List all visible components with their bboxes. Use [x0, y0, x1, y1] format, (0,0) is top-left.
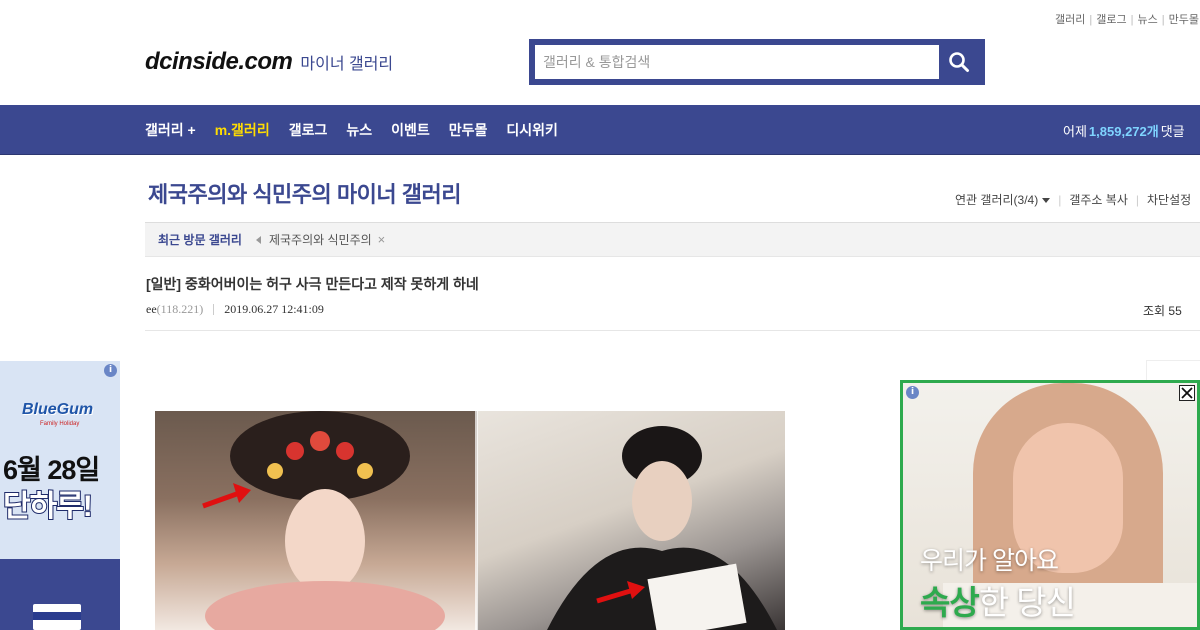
- left-banner-ad[interactable]: i BlueGum Family Holiday 6월 28일 단하루!: [0, 361, 120, 630]
- ad-text-rest: 한 당신: [978, 584, 1076, 621]
- ad-text-line1: 우리가 알아요: [920, 547, 1059, 575]
- gallery-title[interactable]: 제국주의와 식민주의 마이너 갤러리: [148, 177, 461, 209]
- search-box: [529, 39, 985, 85]
- separator: [213, 304, 215, 315]
- separator: |: [1130, 14, 1134, 26]
- close-icon[interactable]: ×: [378, 232, 386, 247]
- block-settings-button[interactable]: 차단설정: [1147, 191, 1191, 208]
- ad-brand-subtitle: Family Holiday: [40, 421, 80, 427]
- main-nav: 갤러리 + m.갤러리 갤로그 뉴스 이벤트 만두몰 디시위키 어제 1,859…: [0, 105, 1200, 155]
- nav-item-mall[interactable]: 만두몰: [449, 120, 488, 140]
- caret-down-icon: [1042, 198, 1051, 204]
- top-link-mall[interactable]: 만두몰: [1169, 14, 1199, 26]
- ad-product-band: [33, 612, 81, 620]
- separator: |: [1058, 192, 1062, 207]
- close-icon: [1181, 387, 1193, 399]
- caret-left-icon[interactable]: [255, 235, 261, 244]
- nav-items: 갤러리 + m.갤러리 갤로그 뉴스 이벤트 만두몰 디시위키: [145, 105, 577, 155]
- post-author[interactable]: ee: [146, 302, 157, 317]
- nav-item-news[interactable]: 뉴스: [346, 120, 372, 140]
- ad-headline: 단하루!: [2, 489, 94, 524]
- info-icon[interactable]: i: [104, 364, 117, 377]
- nav-item-event[interactable]: 이벤트: [391, 120, 430, 140]
- image-divider: [475, 411, 478, 630]
- separator: |: [1089, 14, 1093, 26]
- ad-close-button[interactable]: [1179, 385, 1195, 401]
- logo-subtitle: 마이너 갤러리: [300, 56, 394, 73]
- ad-brand-logo: BlueGum: [22, 401, 94, 418]
- post-title: [일반] 중화어버이는 허구 사극 만든다고 제작 못하게 하네: [146, 276, 479, 292]
- nav-item-gallog[interactable]: 갤로그: [289, 120, 328, 140]
- stats-prefix: 어제: [1063, 123, 1087, 139]
- top-link-gallery[interactable]: 갤러리: [1055, 14, 1085, 26]
- post-author-ip: (118.221): [156, 302, 204, 316]
- nav-item-gallery[interactable]: 갤러리 +: [145, 120, 196, 140]
- logo-text: dcinside.com: [145, 48, 293, 75]
- post-meta: ee (118.221) 2019.06.27 12:41:09: [146, 302, 324, 317]
- gallery-tools: 연관 갤러리(3/4) | 갤주소 복사 | 차단설정: [955, 191, 1191, 208]
- search-button[interactable]: [939, 45, 979, 79]
- post-image-left-panel: [155, 411, 477, 630]
- ad-text-highlight: 속상: [920, 584, 980, 621]
- top-utility-links: 갤러리 | 갤로그 | 뉴스 | 만두몰: [1055, 11, 1199, 27]
- post-image-right-panel: [477, 411, 785, 630]
- recent-gallery-item[interactable]: 제국주의와 식민주의: [269, 231, 372, 248]
- stats-value: 1,859,272개: [1088, 123, 1159, 139]
- ad-product-image: [33, 604, 81, 630]
- post-views: 조회 55: [1143, 304, 1182, 318]
- top-link-news[interactable]: 뉴스: [1137, 14, 1157, 26]
- site-logo[interactable]: dcinside.com 마이너 갤러리: [145, 48, 393, 76]
- stats-suffix: 댓글: [1160, 123, 1185, 139]
- recent-gallery-label: 최근 방문 갤러리: [158, 233, 242, 247]
- post-date: 2019.06.27 12:41:09: [224, 302, 324, 316]
- separator: |: [1161, 14, 1165, 26]
- copy-address-button[interactable]: 갤주소 복사: [1069, 191, 1128, 208]
- separator: |: [1135, 192, 1140, 207]
- post-image-left-art: [202, 411, 445, 630]
- info-icon[interactable]: i: [906, 386, 919, 399]
- search-icon: [949, 52, 969, 72]
- related-gallery-button[interactable]: 연관 갤러리(3/4): [955, 191, 1051, 208]
- recent-gallery-bar: 최근 방문 갤러리 제국주의와 식민주의 ×: [145, 222, 1200, 257]
- post-image-right-art: [547, 426, 777, 630]
- related-gallery-label: 연관 갤러리(3/4): [955, 193, 1039, 207]
- post-image: [155, 411, 785, 630]
- ad-text-line2: 속상한 당신: [920, 576, 1076, 624]
- right-popup-ad[interactable]: i 우리가 알아요 속상한 당신: [900, 380, 1200, 630]
- search-input[interactable]: [535, 45, 939, 79]
- divider: [145, 330, 1200, 331]
- nav-item-wiki[interactable]: 디시위키: [506, 120, 558, 140]
- nav-item-m-gallery[interactable]: m.갤러리: [215, 120, 270, 140]
- top-link-gallog[interactable]: 갤로그: [1096, 14, 1126, 26]
- nav-stats: 어제 1,859,272개 댓글: [1063, 105, 1185, 155]
